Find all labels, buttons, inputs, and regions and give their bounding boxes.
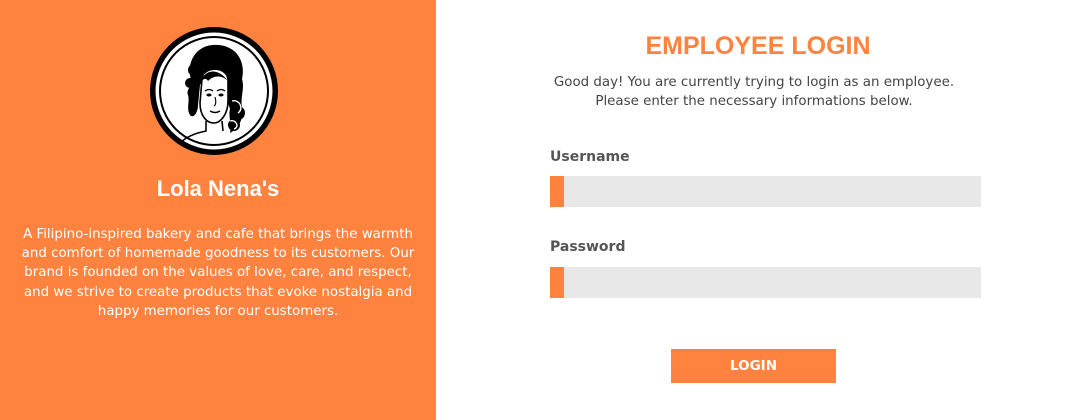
- woman-portrait-icon: [150, 27, 278, 155]
- brand-description: A Filipino-inspired bakery and cafe that…: [21, 227, 415, 319]
- username-input[interactable]: [550, 176, 981, 207]
- login-intro-text: Good day! You are currently trying to lo…: [553, 75, 955, 109]
- login-button[interactable]: LOGIN: [671, 349, 836, 383]
- password-label: Password: [550, 239, 626, 255]
- password-input[interactable]: [550, 267, 981, 298]
- username-label: Username: [550, 149, 630, 165]
- brand-panel: Lola Nena's A Filipino-inspired bakery a…: [0, 0, 436, 420]
- brand-name: Lola Nena's: [156, 176, 280, 201]
- login-title: EMPLOYEE LOGIN: [645, 32, 871, 60]
